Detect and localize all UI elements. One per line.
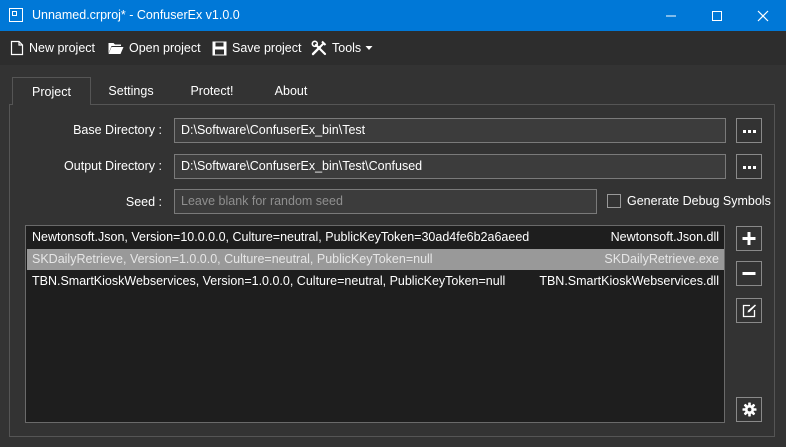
app-icon (9, 8, 23, 22)
module-name: Newtonsoft.Json, Version=10.0.0.0, Cultu… (32, 230, 530, 244)
seed-label: Seed : (125, 195, 162, 209)
open-project-button[interactable]: Open project (108, 31, 201, 65)
tab-about-label: About (274, 83, 308, 98)
browse-output-directory-button[interactable] (736, 154, 762, 179)
edit-icon (742, 304, 756, 318)
modules-list[interactable]: Newtonsoft.Json, Version=10.0.0.0, Cultu… (25, 225, 725, 423)
tab-settings-label: Settings (108, 83, 154, 98)
chevron-down-icon (365, 46, 373, 50)
list-item[interactable]: TBN.SmartKioskWebservices, Version=1.0.0… (27, 271, 724, 292)
save-project-button[interactable]: Save project (212, 31, 301, 65)
title-bar[interactable]: Unnamed.crproj* - ConfuserEx v1.0.0 (0, 0, 786, 31)
minimize-icon (666, 15, 676, 17)
toolbar: New project Open project Save project To… (0, 31, 786, 65)
remove-module-button[interactable] (736, 261, 762, 286)
seed-input[interactable]: Leave blank for random seed (174, 189, 597, 214)
new-project-button[interactable]: New project (10, 31, 95, 65)
close-button[interactable] (740, 0, 786, 31)
tab-protect-label: Protect! (190, 83, 234, 98)
tab-project[interactable]: Project (12, 77, 91, 105)
save-project-label: Save project (232, 41, 302, 55)
maximize-button[interactable] (694, 0, 740, 31)
new-project-label: New project (29, 41, 95, 55)
minimize-button[interactable] (648, 0, 694, 31)
tools-label: Tools (332, 41, 362, 55)
module-file: Newtonsoft.Json.dll (610, 230, 719, 244)
browse-base-directory-button[interactable] (736, 118, 762, 143)
module-name: TBN.SmartKioskWebservices, Version=1.0.0… (32, 274, 506, 288)
debug-symbols-checkbox[interactable] (607, 194, 621, 208)
base-directory-input[interactable]: D:\Software\ConfuserEx_bin\Test (174, 118, 726, 143)
minus-icon (742, 272, 756, 275)
module-settings-button[interactable] (736, 397, 762, 422)
output-directory-input[interactable]: D:\Software\ConfuserEx_bin\Test\Confused (174, 154, 726, 179)
debug-symbols-label: Generate Debug Symbols (627, 194, 771, 208)
output-directory-label: Output Directory : (64, 159, 162, 173)
tab-protect[interactable]: Protect! (174, 77, 250, 104)
new-file-icon (10, 40, 24, 56)
open-project-label: Open project (129, 41, 201, 55)
module-file: SKDailyRetrieve.exe (604, 252, 719, 266)
list-item[interactable]: Newtonsoft.Json, Version=10.0.0.0, Cultu… (27, 227, 724, 248)
close-icon (757, 10, 769, 22)
module-file: TBN.SmartKioskWebservices.dll (539, 274, 719, 288)
module-name: SKDailyRetrieve, Version=1.0.0.0, Cultur… (32, 252, 433, 266)
tab-project-label: Project (32, 84, 71, 99)
add-module-button[interactable] (736, 226, 762, 251)
plus-icon (742, 232, 756, 245)
base-directory-label: Base Directory : (73, 123, 162, 137)
folder-open-icon (108, 43, 124, 54)
tools-menu-button[interactable]: Tools (311, 31, 373, 65)
tab-about[interactable]: About (256, 77, 326, 104)
maximize-icon (712, 11, 722, 21)
gear-icon (742, 402, 757, 417)
tools-icon (311, 40, 327, 56)
save-icon (212, 41, 227, 55)
edit-module-button[interactable] (736, 298, 762, 323)
list-item[interactable]: SKDailyRetrieve, Version=1.0.0.0, Cultur… (27, 249, 724, 270)
tab-settings[interactable]: Settings (94, 77, 168, 104)
window-title: Unnamed.crproj* - ConfuserEx v1.0.0 (32, 8, 240, 22)
